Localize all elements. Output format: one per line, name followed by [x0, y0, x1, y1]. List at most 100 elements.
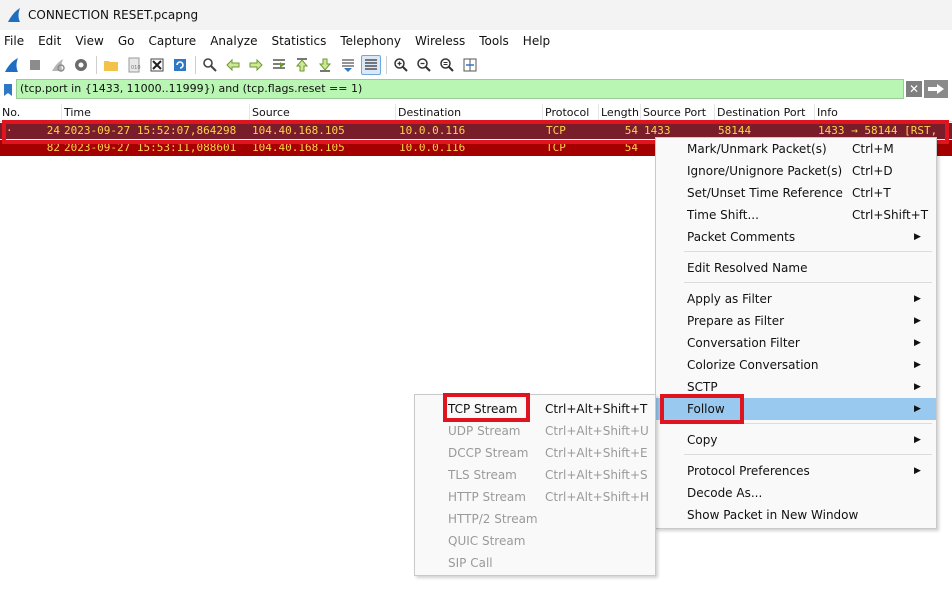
zoom-in-button[interactable] [391, 55, 411, 75]
options-gear-icon [75, 59, 87, 71]
find-packet-button[interactable] [200, 55, 220, 75]
filter-bookmark-button[interactable] [0, 80, 16, 99]
menu-item-label: Decode As... [687, 486, 763, 500]
window-title: CONNECTION RESET.pcapng [28, 8, 199, 22]
apply-filter-button[interactable] [924, 80, 948, 98]
submenu-arrow-icon: ▶ [914, 466, 921, 476]
submenu-arrow-icon: ▶ [914, 435, 921, 445]
resize-columns-button[interactable] [460, 55, 480, 75]
menu-separator [684, 454, 932, 455]
submenu-item-udp-stream[interactable]: UDP Stream Ctrl+Alt+Shift+U [415, 420, 655, 442]
menu-item-label: Set/Unset Time Reference [687, 186, 843, 200]
menu-wireless[interactable]: Wireless [408, 30, 472, 52]
colorize-icon [365, 59, 377, 70]
menu-separator [684, 282, 932, 283]
save-file-button[interactable]: 010 [124, 55, 144, 75]
menu-item-protocol-preferences[interactable]: Protocol Preferences ▶ [656, 460, 936, 482]
menu-item-prepare-as-filter[interactable]: Prepare as Filter ▶ [656, 310, 936, 332]
wireshark-logo-icon [8, 8, 20, 22]
menu-item-apply-as-filter[interactable]: Apply as Filter ▶ [656, 288, 936, 310]
menu-item-copy[interactable]: Copy ▶ [656, 429, 936, 451]
submenu-item-label: HTTP/2 Stream [448, 512, 538, 526]
last-packet-button[interactable] [315, 55, 335, 75]
submenu-item-tls-stream[interactable]: TLS Stream Ctrl+Alt+Shift+S [415, 464, 655, 486]
menu-analyze[interactable]: Analyze [203, 30, 264, 52]
menu-item-ignore-packet[interactable]: Ignore/Unignore Packet(s) Ctrl+D [656, 160, 936, 182]
capture-options-button[interactable] [71, 55, 91, 75]
open-folder-icon [104, 61, 118, 71]
start-capture-button[interactable] [2, 55, 22, 75]
menu-item-conversation-filter[interactable]: Conversation Filter ▶ [656, 332, 936, 354]
menu-item-edit-resolved-name[interactable]: Edit Resolved Name [656, 257, 936, 279]
go-to-packet-icon [273, 59, 285, 69]
submenu-item-label: DCCP Stream [448, 446, 529, 460]
menu-capture[interactable]: Capture [141, 30, 203, 52]
clear-filter-button[interactable]: ✕ [906, 81, 922, 97]
menu-item-colorize-conversation[interactable]: Colorize Conversation ▶ [656, 354, 936, 376]
menu-item-mark-packet[interactable]: Mark/Unmark Packet(s) Ctrl+M [656, 138, 936, 160]
submenu-item-sip-call[interactable]: SIP Call [415, 552, 655, 574]
go-forward-button[interactable] [246, 55, 266, 75]
restart-capture-button[interactable] [48, 55, 68, 75]
resize-columns-icon [463, 58, 477, 72]
menu-file[interactable]: File [0, 30, 31, 52]
shark-fin-start-icon [5, 58, 18, 72]
menu-tools[interactable]: Tools [472, 30, 516, 52]
close-file-button[interactable] [147, 55, 167, 75]
submenu-item-shortcut: Ctrl+Alt+Shift+E [545, 446, 648, 460]
autoscroll-button[interactable] [338, 55, 358, 75]
submenu-item-quic-stream[interactable]: QUIC Stream [415, 530, 655, 552]
menu-item-label: Mark/Unmark Packet(s) [687, 142, 827, 156]
submenu-item-dccp-stream[interactable]: DCCP Stream Ctrl+Alt+Shift+E [415, 442, 655, 464]
go-to-packet-button[interactable] [269, 55, 289, 75]
save-file-icon: 010 [128, 57, 141, 73]
menu-item-label: Edit Resolved Name [687, 261, 808, 275]
stop-capture-button[interactable] [25, 55, 45, 75]
menu-item-packet-comments[interactable]: Packet Comments ▶ [656, 226, 936, 248]
submenu-item-http-stream[interactable]: HTTP Stream Ctrl+Alt+Shift+H [415, 486, 655, 508]
menu-item-label: Apply as Filter [687, 292, 772, 306]
submenu-arrow-icon: ▶ [914, 338, 921, 348]
submenu-item-shortcut: Ctrl+Alt+Shift+S [545, 468, 648, 482]
submenu-item-label: TLS Stream [448, 468, 517, 482]
menu-statistics[interactable]: Statistics [264, 30, 333, 52]
menu-item-label: Conversation Filter [687, 336, 800, 350]
menu-item-shortcut: Ctrl+M [852, 142, 894, 156]
submenu-item-label: SIP Call [448, 556, 493, 570]
reload-file-button[interactable] [170, 55, 190, 75]
toolbar-separator [195, 56, 196, 74]
main-toolbar: 010 [0, 52, 952, 78]
tcp-stream-highlight-annotation [443, 393, 530, 422]
zoom-out-button[interactable] [414, 55, 434, 75]
menu-help[interactable]: Help [516, 30, 557, 52]
colorize-button[interactable] [361, 55, 381, 75]
menu-item-show-packet-new-window[interactable]: Show Packet in New Window [656, 504, 936, 526]
menu-item-decode-as[interactable]: Decode As... [656, 482, 936, 504]
clear-x-icon: ✕ [908, 82, 920, 96]
first-packet-icon [295, 58, 309, 72]
menu-item-label: Ignore/Unignore Packet(s) [687, 164, 843, 178]
menu-item-label: Copy [687, 433, 718, 447]
arrow-right-icon [928, 84, 944, 94]
normal-size-icon [440, 58, 454, 72]
menu-separator [684, 251, 932, 252]
menu-telephony[interactable]: Telephony [333, 30, 408, 52]
menu-item-time-shift[interactable]: Time Shift... Ctrl+Shift+T [656, 204, 936, 226]
packet-context-menu: Mark/Unmark Packet(s) Ctrl+M Ignore/Unign… [655, 137, 937, 529]
normal-size-button[interactable] [437, 55, 457, 75]
open-file-button[interactable] [101, 55, 121, 75]
menu-item-time-reference[interactable]: Set/Unset Time Reference Ctrl+T [656, 182, 936, 204]
menu-edit[interactable]: Edit [31, 30, 68, 52]
bookmark-icon [4, 83, 12, 96]
go-back-button[interactable] [223, 55, 243, 75]
menu-go[interactable]: Go [111, 30, 142, 52]
close-file-icon [150, 58, 164, 72]
menu-view[interactable]: View [68, 30, 110, 52]
zoom-in-icon [394, 58, 408, 72]
menu-item-shortcut: Ctrl+D [852, 164, 893, 178]
first-packet-button[interactable] [292, 55, 312, 75]
menu-item-label: Time Shift... [687, 208, 759, 222]
zoom-out-icon [417, 58, 431, 72]
display-filter-input[interactable]: (tcp.port in {1433, 11000..11999}) and (… [16, 79, 904, 99]
submenu-item-http2-stream[interactable]: HTTP/2 Stream [415, 508, 655, 530]
